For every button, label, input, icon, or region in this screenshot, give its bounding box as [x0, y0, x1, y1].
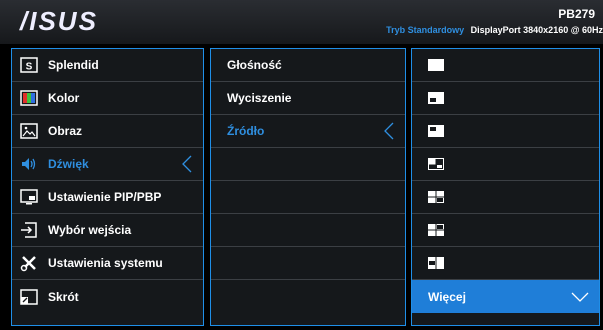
- source-option-split[interactable]: [412, 247, 599, 280]
- main-menu: S Splendid Kolor Obraz Dźwięk Ustawienie…: [11, 48, 204, 326]
- menu-item-splendid[interactable]: S Splendid: [12, 49, 203, 82]
- submenu-empty-row: [211, 148, 405, 181]
- layout-pip-corner-icon: [428, 158, 444, 170]
- title-bar: /ISUS PB279 Tryb Standardowy DisplayPort…: [0, 0, 603, 44]
- submenu-item-mute[interactable]: Wyciszenie: [211, 82, 405, 115]
- more-button[interactable]: Więcej: [412, 280, 599, 313]
- wrench-icon: [20, 254, 38, 272]
- speaker-icon: [20, 155, 38, 173]
- chevron-left-icon: [384, 122, 394, 140]
- color-icon: [20, 89, 38, 107]
- menu-item-shortcut[interactable]: Skrót: [12, 280, 203, 313]
- menu-item-dzwiek[interactable]: Dźwięk: [12, 148, 203, 181]
- layout-quad-icon: [428, 224, 444, 236]
- source-option-quad-a[interactable]: [412, 181, 599, 214]
- input-icon: [20, 221, 38, 239]
- pip-icon: [20, 188, 38, 206]
- splendid-icon: S: [20, 56, 38, 74]
- menu-item-system-settings[interactable]: Ustawienia systemu: [12, 247, 203, 280]
- submenu-empty-row: [211, 247, 405, 280]
- layout-pip-top-left-icon: [428, 125, 444, 137]
- mode-text: Tryb Standardowy: [386, 25, 465, 35]
- svg-text:S: S: [26, 62, 33, 73]
- chevron-down-icon: [571, 292, 589, 302]
- source-options: Więcej: [411, 48, 600, 326]
- source-option-pip-top[interactable]: [412, 115, 599, 148]
- submenu-item-source[interactable]: Źródło: [211, 115, 405, 148]
- layout-full-icon: [428, 59, 444, 71]
- menu-item-obraz[interactable]: Obraz: [12, 115, 203, 148]
- source-option-full[interactable]: [412, 49, 599, 82]
- submenu-empty-row: [211, 280, 405, 313]
- menu-item-pip-pbp[interactable]: Ustawienie PIP/PBP: [12, 181, 203, 214]
- source-option-pip-corner[interactable]: [412, 148, 599, 181]
- menu-item-input-select[interactable]: Wybór wejścia: [12, 214, 203, 247]
- status-line: Tryb Standardowy DisplayPort 3840x2160 @…: [386, 25, 603, 35]
- submenu-item-volume[interactable]: Głośność: [211, 49, 405, 82]
- asus-logo: /ISUS: [20, 6, 98, 36]
- sound-submenu: Głośność Wyciszenie Źródło: [210, 48, 406, 326]
- layout-split-icon: [428, 257, 444, 269]
- source-option-quad-b[interactable]: [412, 214, 599, 247]
- model-name: PB279: [558, 7, 595, 21]
- submenu-empty-row: [211, 214, 405, 247]
- menu-item-kolor[interactable]: Kolor: [12, 82, 203, 115]
- submenu-empty-row: [211, 181, 405, 214]
- layout-quad-icon: [428, 191, 444, 203]
- shortcut-icon: [20, 288, 38, 306]
- chevron-left-icon: [182, 155, 192, 173]
- input-info: DisplayPort 3840x2160 @ 60Hz: [470, 25, 603, 35]
- layout-pip-bottom-left-icon: [428, 92, 444, 104]
- image-icon: [20, 122, 38, 140]
- source-option-pip-bottom[interactable]: [412, 82, 599, 115]
